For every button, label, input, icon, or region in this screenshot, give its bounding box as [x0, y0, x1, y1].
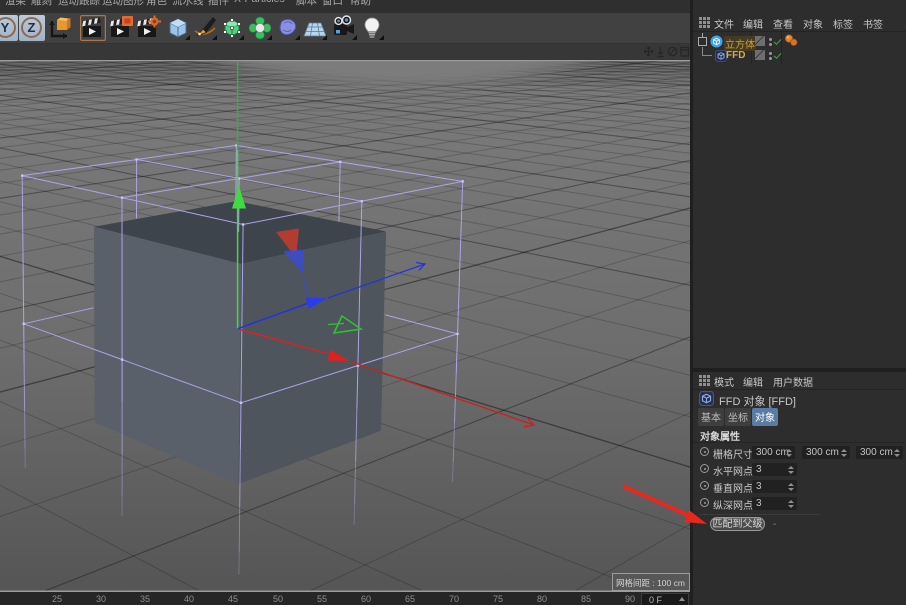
svg-text:网格间距 : 100 cm: 网格间距 : 100 cm	[616, 578, 685, 588]
